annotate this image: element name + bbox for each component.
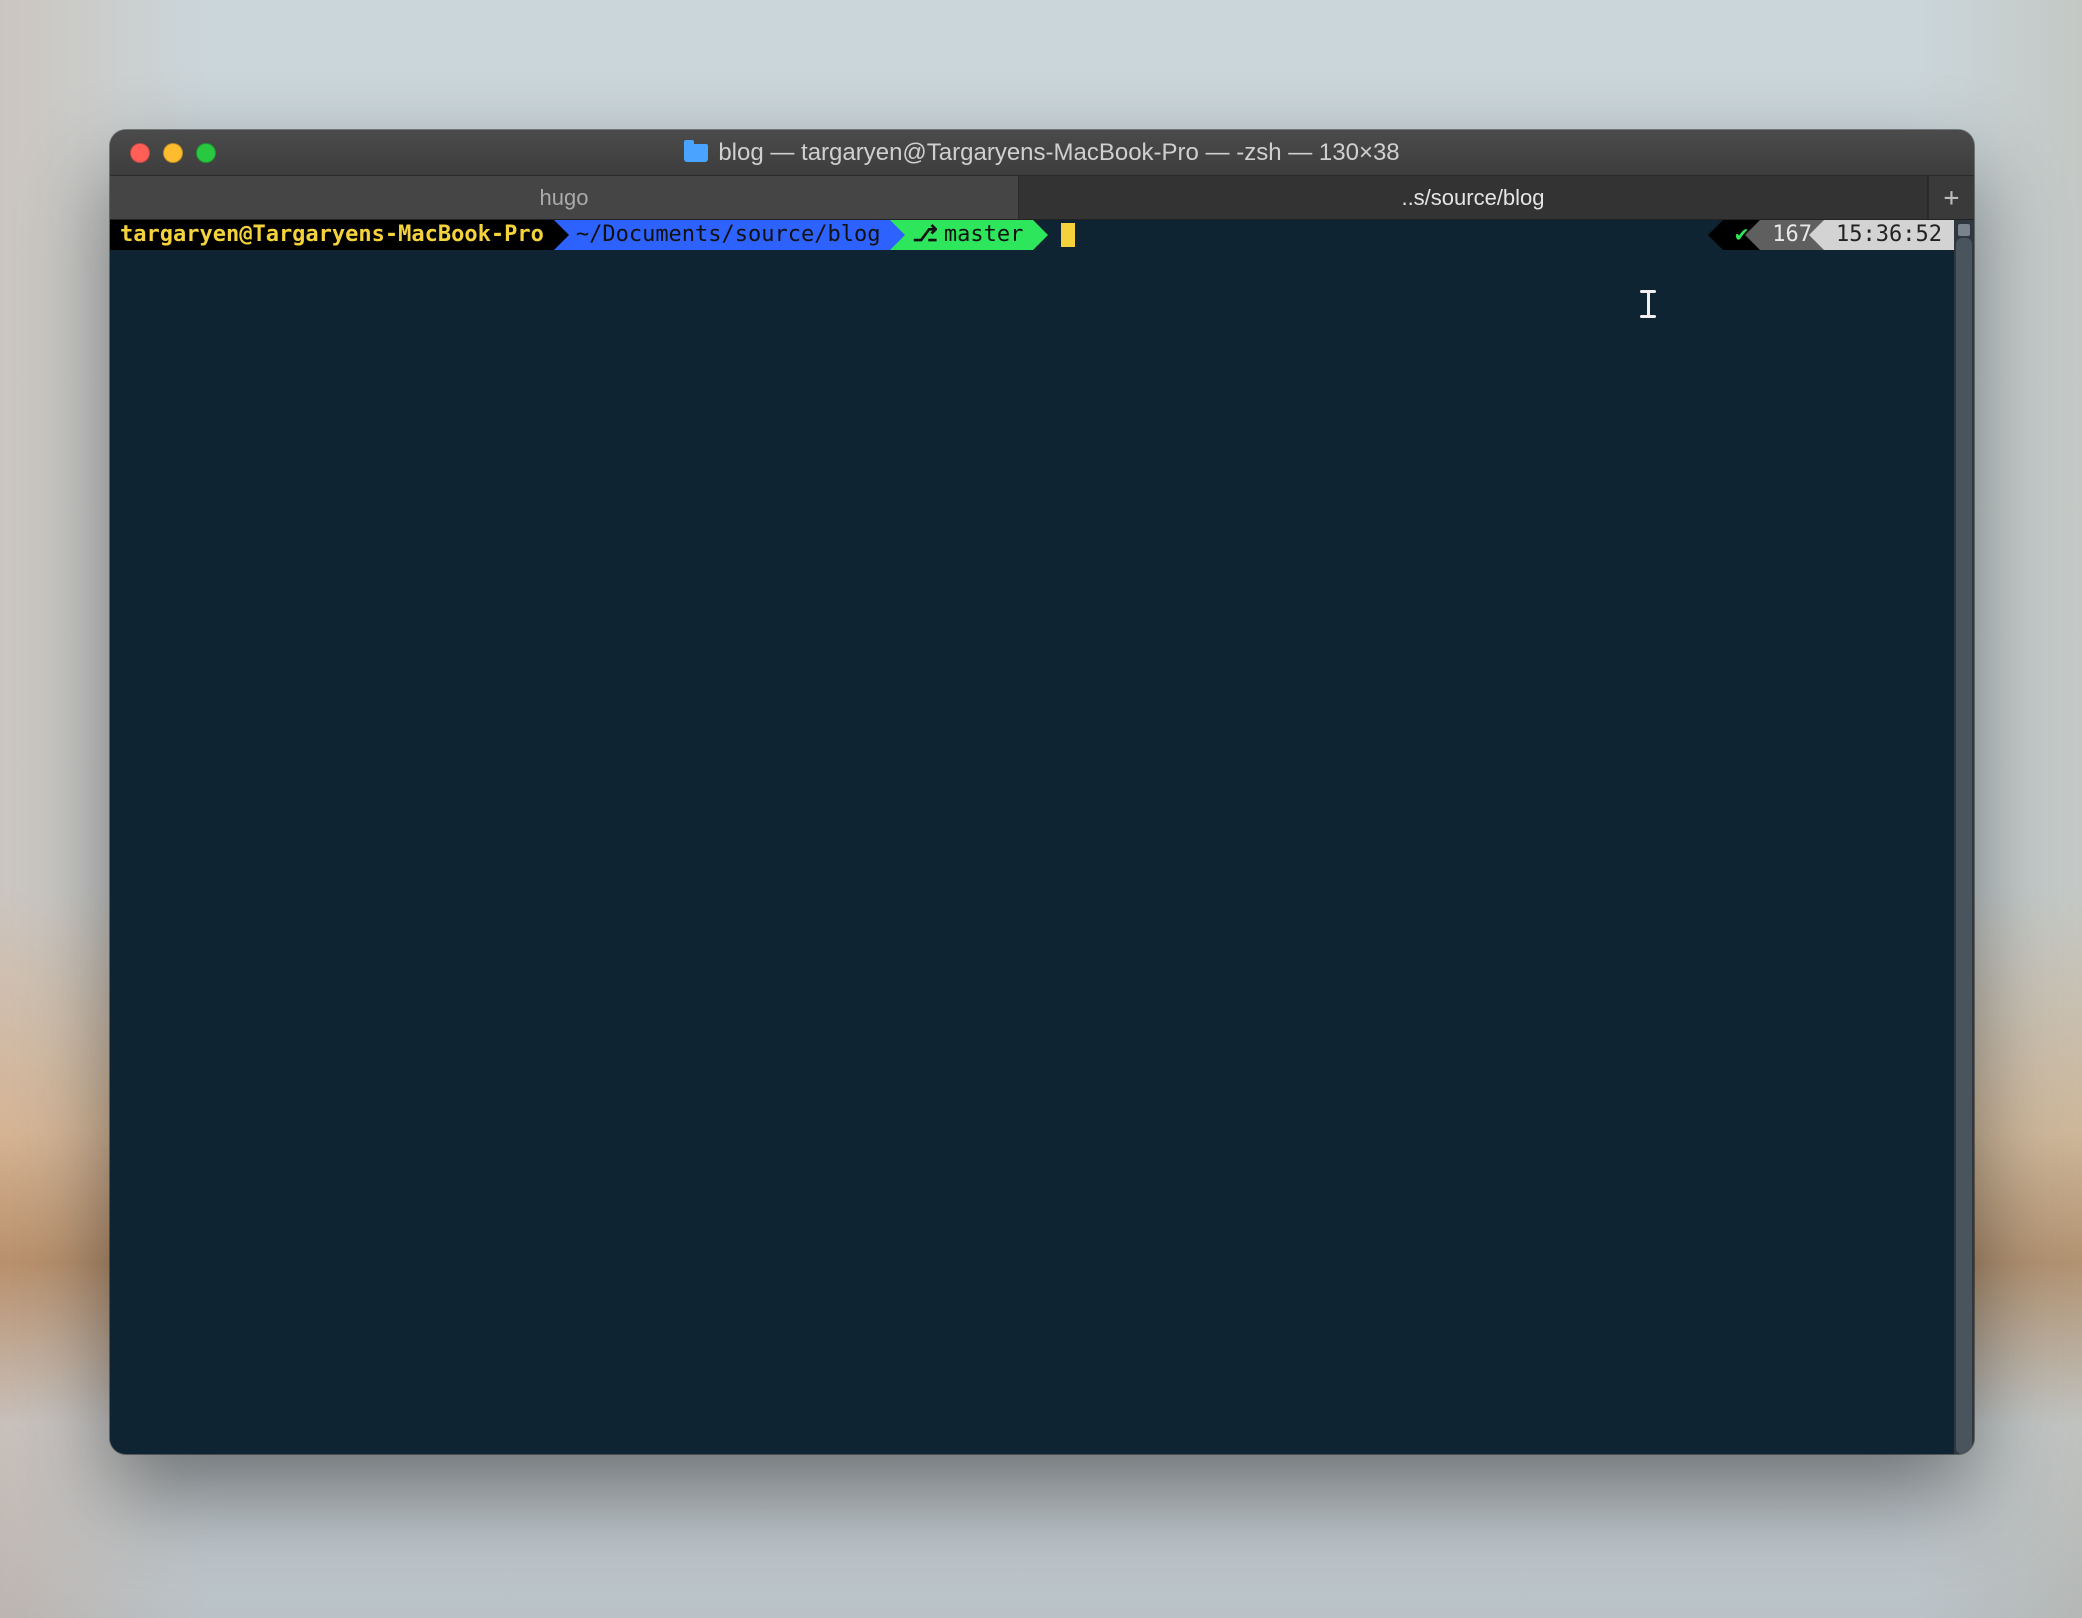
minimize-icon[interactable] <box>163 143 183 163</box>
text-cursor <box>1061 223 1075 247</box>
plus-icon: + <box>1944 183 1960 213</box>
check-icon: ✔ <box>1735 220 1748 250</box>
history-number: 167 <box>1772 220 1812 250</box>
titlebar[interactable]: blog — targaryen@Targaryens-MacBook-Pro … <box>110 130 1974 176</box>
prompt-line: targaryen@Targaryens-MacBook-Pro ~/Docum… <box>110 220 1954 250</box>
new-tab-button[interactable]: + <box>1928 176 1974 219</box>
scrollbar[interactable] <box>1954 220 1974 1454</box>
window-title-text: blog — targaryen@Targaryens-MacBook-Pro … <box>718 139 1399 167</box>
prompt-user-host: targaryen@Targaryens-MacBook-Pro <box>120 220 544 250</box>
tab-bar: hugo ..s/source/blog + <box>110 176 1974 220</box>
window-title: blog — targaryen@Targaryens-MacBook-Pro … <box>110 139 1974 167</box>
time-segment: 15:36:52 <box>1824 220 1954 250</box>
desktop-background: blog — targaryen@Targaryens-MacBook-Pro … <box>0 0 2082 1618</box>
clock-time: 15:36:52 <box>1836 220 1942 250</box>
tab-label: ..s/source/blog <box>1401 185 1544 211</box>
prompt-spacer <box>1075 220 1723 250</box>
prompt-cwd: ~/Documents/source/blog <box>576 220 881 250</box>
scrollbar-split-icon[interactable] <box>1958 224 1970 236</box>
prompt-cwd-segment: ~/Documents/source/blog <box>554 220 891 250</box>
terminal-window: blog — targaryen@Targaryens-MacBook-Pro … <box>110 130 1974 1454</box>
prompt-git-branch: master <box>944 222 1023 247</box>
close-icon[interactable] <box>130 143 150 163</box>
traffic-lights <box>130 143 216 163</box>
terminal-viewport[interactable]: targaryen@Targaryens-MacBook-Pro ~/Docum… <box>110 220 1954 1454</box>
prompt-user-host-segment: targaryen@Targaryens-MacBook-Pro <box>110 220 554 250</box>
folder-icon <box>684 144 708 162</box>
tab-blog[interactable]: ..s/source/blog <box>1019 176 1928 219</box>
mouse-ibeam-cursor <box>1640 290 1656 318</box>
scrollbar-thumb[interactable] <box>1956 238 1972 1454</box>
git-branch-icon: ⎇ <box>912 222 937 247</box>
tab-hugo[interactable]: hugo <box>110 176 1019 219</box>
tab-label: hugo <box>540 185 589 211</box>
terminal-body-wrap: targaryen@Targaryens-MacBook-Pro ~/Docum… <box>110 220 1974 1454</box>
right-prompt: ✔ 167 15:36:52 <box>1723 220 1954 250</box>
prompt-git-branch-segment: ⎇ master <box>890 220 1033 250</box>
zoom-icon[interactable] <box>196 143 216 163</box>
